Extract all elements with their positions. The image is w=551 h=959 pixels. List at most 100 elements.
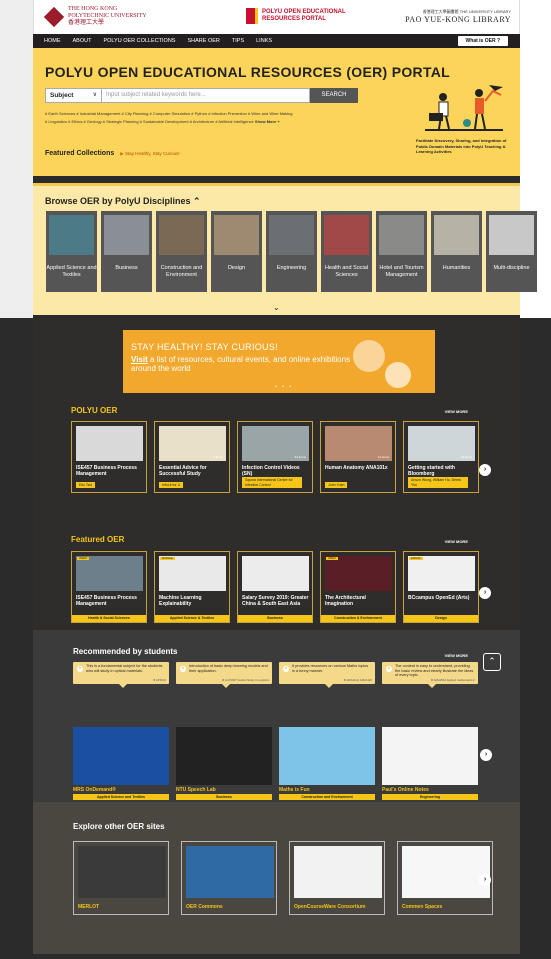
search-bar: Subject ∨ Input subject related keywords … (45, 88, 358, 103)
chevron-down-icon: ∨ (92, 92, 97, 98)
explore-cards: MERLOT OER Commons OpenCourseWare Consorti… (73, 841, 493, 915)
recommended-card[interactable]: NTU Speech Lab Business (176, 727, 272, 800)
featured-category: Construction & Environment (321, 615, 395, 622)
chevron-right-icon[interactable]: › (479, 464, 491, 476)
left-margin-dark (0, 318, 33, 959)
oer-card[interactable]: 43 items Infection Control Videos (SN) Squ… (237, 421, 313, 493)
oer-card[interactable]: 11 items Human Anatomy ANA101x John Yuen (320, 421, 396, 493)
oer-card[interactable]: 5 items Essential Advice for Successful S… (154, 421, 230, 493)
portal-logo[interactable]: POLYU OPEN EDUCATIONAL RESOURCES PORTAL (246, 8, 346, 24)
tag-line-2[interactable]: # Linguistics # Ethics # Geology # Strat… (45, 119, 254, 124)
oer-card[interactable]: ISE457 Business Process Management Eric T… (71, 421, 147, 493)
polyu-logo[interactable]: THE HONG KONG POLYTECHNIC UNIVERSITY 香港理… (43, 6, 147, 27)
nav-polyu-oer-collections[interactable]: POLYU OER COLLECTIONS (103, 38, 175, 44)
recommendation-bubble: ❝ The content is easy to understand, prov… (382, 662, 478, 688)
show-more-link[interactable]: Show More + (255, 119, 280, 124)
discipline-card[interactable]: Engineering (266, 211, 317, 292)
featured-oer-card[interactable]: E-BOOK BCcampus OpenEd (Arts) Design (403, 551, 479, 623)
nav-about[interactable]: ABOUT (73, 38, 92, 44)
featured-oer-card[interactable]: VIDEO ISE457 Business Process Management H… (71, 551, 147, 623)
library-logo[interactable]: 香港理工大學圖書館 THE UNIVERSITY LIBRARY PAO YUE… (405, 9, 511, 24)
item-count: 11 items (377, 455, 389, 459)
featured-title: BCcampus OpenEd (Arts) (408, 595, 470, 601)
recommended-thumbnail (382, 727, 478, 785)
discipline-label: Humanities (442, 265, 471, 271)
recommended-title: Paul's Online Notes (382, 787, 429, 793)
recommended-card[interactable]: Maths is Fun Construction and Environment (279, 727, 375, 800)
discipline-label: Hotel and Tourism Management (379, 265, 424, 278)
nav-home[interactable]: HOME (44, 38, 61, 44)
featured-oer-view-more[interactable]: VIEW MORE (445, 539, 468, 544)
discipline-card[interactable]: Hotel and Tourism Management (376, 211, 427, 292)
discipline-card[interactable]: Applied Science and Textiles (46, 211, 97, 292)
explore-card[interactable]: OER Commons (181, 841, 277, 915)
stay-healthy-banner[interactable]: STAY HEALTHY! STAY CURIOUS! Visit a list… (123, 330, 435, 393)
recommended-view-more[interactable]: VIEW MORE (445, 653, 468, 658)
discipline-label: Multi-discipline (493, 265, 530, 271)
banner-visit-link[interactable]: Visit (131, 355, 148, 364)
discipline-thumbnail (269, 215, 314, 255)
oer-card[interactable]: 10 items Getting started with Bloomberg An… (403, 421, 479, 493)
featured-title: Machine Learning Explainability (159, 595, 202, 607)
recommended-thumbnail (176, 727, 272, 785)
carousel-dots[interactable]: • • • (275, 384, 293, 390)
discipline-list: Applied Science and Textiles Business Cons… (46, 211, 537, 292)
explore-card[interactable]: MERLOT (73, 841, 169, 915)
banner-person-icon (385, 362, 411, 388)
discipline-card[interactable]: Business (101, 211, 152, 292)
discipline-thumbnail (324, 215, 369, 255)
discipline-card[interactable]: Construction and Environment (156, 211, 207, 292)
recommended-card[interactable]: Paul's Online Notes Engineering (382, 727, 478, 800)
main-nav: HOME ABOUT POLYU OER COLLECTIONS SHARE O… (33, 34, 520, 48)
discipline-thumbnail (49, 215, 94, 255)
site-header: THE HONG KONG POLYTECHNIC UNIVERSITY 香港理… (33, 0, 520, 34)
recommendation-bubble: ❝ It provides resources on various Maths … (279, 662, 375, 688)
chevron-right-icon[interactable]: › (479, 874, 491, 886)
discipline-card[interactable]: Humanities (431, 211, 482, 292)
featured-title: ISE457 Business Process Management (76, 595, 137, 607)
browse-title[interactable]: Browse OER by PolyU Disciplines ⌃ (45, 196, 201, 207)
discipline-card[interactable]: Multi-discipline (486, 211, 537, 292)
search-button[interactable]: SEARCH (310, 88, 358, 103)
subject-select[interactable]: Subject ∨ (45, 88, 102, 103)
recommended-section: Recommended by students VIEW MORE ❝ This … (33, 630, 520, 723)
featured-collections-label: Featured Collections (45, 150, 115, 157)
type-badge: MODULE (160, 557, 175, 560)
portal-name-line1: POLYU OPEN EDUCATIONAL (262, 9, 346, 15)
featured-thumbnail (76, 556, 143, 591)
featured-collection-link[interactable]: Stay Healthy, Stay Curious! (120, 151, 180, 157)
featured-oer-card[interactable]: VIDEO The Architectural Imagination Constr… (320, 551, 396, 623)
nav-share-oer[interactable]: SHARE OER (187, 38, 219, 44)
tag-line-1[interactable]: # Earth Sciences # Industrial Management… (45, 110, 375, 118)
featured-oer-card[interactable]: MODULE Machine Learning Explainability App… (154, 551, 230, 623)
type-badge: VIDEO (326, 557, 338, 560)
search-input[interactable]: Input subject related keywords here... (102, 88, 310, 103)
discipline-thumbnail (104, 215, 149, 255)
featured-oer-card[interactable]: Salary Survey 2019: Greater China & Sout… (237, 551, 313, 623)
polyu-oer-view-more[interactable]: VIEW MORE (445, 409, 468, 414)
scroll-to-top-button[interactable]: ⌃ (483, 653, 501, 671)
explore-card[interactable]: OpenCourseWare Consortium (289, 841, 385, 915)
chevron-right-icon[interactable]: › (479, 587, 491, 599)
discipline-thumbnail (214, 215, 259, 255)
recommended-title: NTU Speech Lab (176, 787, 216, 793)
explore-title: Explore other OER sites (73, 822, 165, 831)
quote-icon: ❝ (77, 666, 83, 672)
explore-section: Explore other OER sites MERLOT OER Common… (33, 802, 520, 954)
nav-tips[interactable]: TIPS (232, 38, 244, 44)
page-title: POLYU OPEN EDUCATIONAL RESOURCES (OER) P… (45, 64, 451, 80)
people-illustration-icon (425, 85, 503, 131)
item-count: 43 items (294, 455, 306, 459)
recommended-card[interactable]: MRS OnDemand® Applied Science and Textile… (73, 727, 169, 800)
chevron-down-icon[interactable]: ⌄ (273, 303, 280, 312)
recommended-category: Engineering (382, 794, 478, 800)
type-badge: E-BOOK (409, 557, 423, 560)
discipline-card[interactable]: Health and Social Sciences (321, 211, 372, 292)
chevron-right-icon[interactable]: › (480, 749, 492, 761)
what-is-oer-button[interactable]: What is OER ? (457, 36, 508, 46)
discipline-card[interactable]: Design (211, 211, 262, 292)
discipline-thumbnail (159, 215, 204, 255)
uni-name-line3: 香港理工大學 (68, 20, 105, 26)
nav-links[interactable]: LINKS (256, 38, 272, 44)
oer-title: Getting started with Bloomberg (408, 465, 455, 477)
